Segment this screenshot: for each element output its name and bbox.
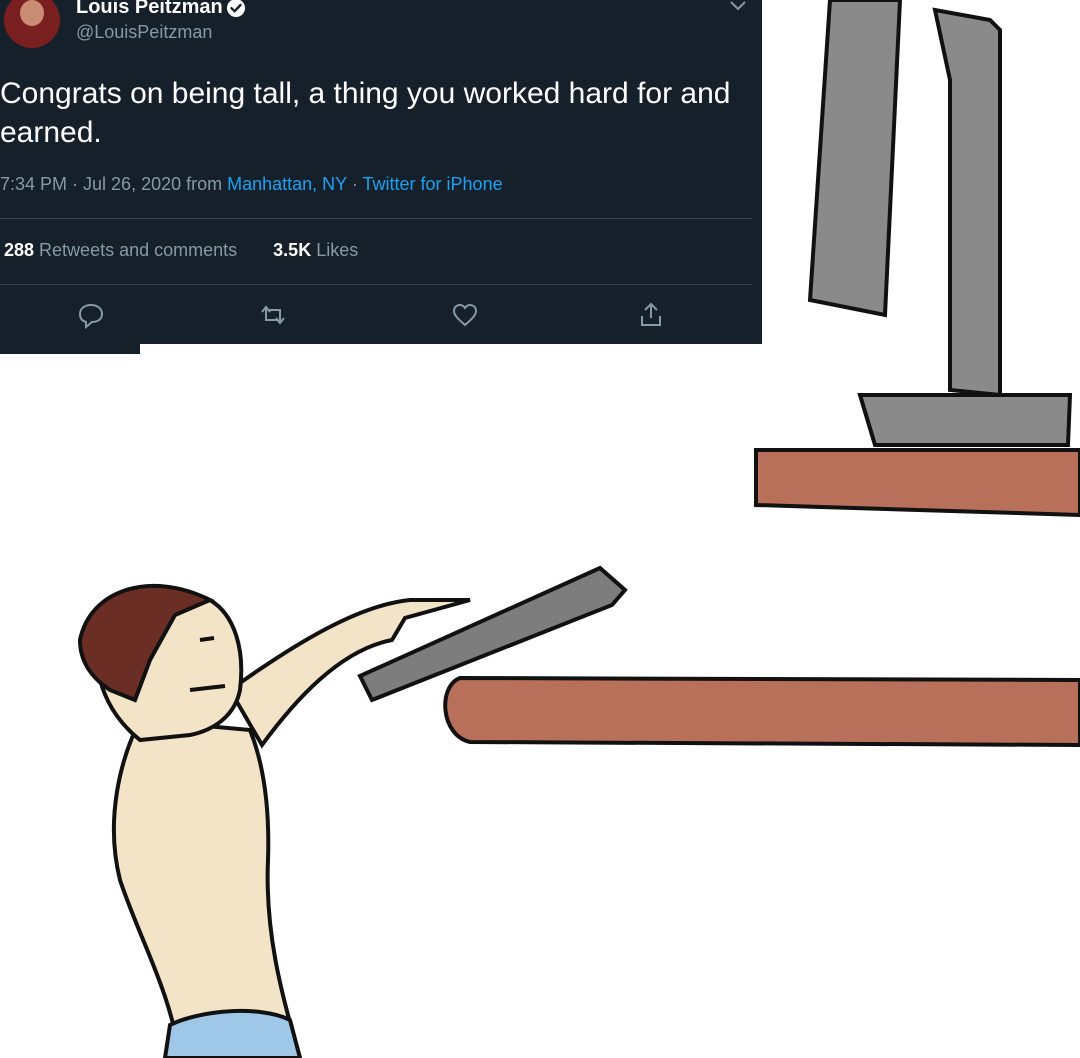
like-icon[interactable] [450, 300, 480, 330]
retweets-label: Retweets and comments [34, 240, 238, 260]
author-handle[interactable]: @LouisPeitzman [76, 22, 212, 43]
retweets-stat[interactable]: 288 Retweets and comments [4, 240, 237, 260]
tweet-text: Congrats on being tall, a thing you work… [0, 77, 731, 149]
avatar[interactable] [4, 0, 60, 48]
divider [0, 218, 752, 219]
lower-shelf [443, 675, 1080, 748]
meta-separator: · [346, 174, 363, 194]
tweet-location-link[interactable]: Manhattan, NY [227, 174, 347, 194]
reply-icon[interactable] [76, 300, 106, 330]
tweet-edge [0, 344, 140, 354]
likes-stat[interactable]: 3.5K Likes [273, 240, 358, 260]
likes-label: Likes [311, 240, 359, 260]
divider [0, 284, 752, 285]
retweet-icon[interactable] [258, 300, 288, 330]
likes-count: 3.5K [273, 240, 312, 260]
verified-badge-icon [227, 0, 245, 17]
tweet-timestamp[interactable]: 7:34 PM · Jul 26, 2020 from [0, 174, 227, 194]
tweet-source-link[interactable]: Twitter for iPhone [363, 174, 503, 194]
gray-legs [807, 0, 1073, 447]
chevron-down-icon[interactable] [728, 0, 748, 12]
tweet-metadata: 7:34 PM · Jul 26, 2020 from Manhattan, N… [0, 174, 503, 195]
share-icon[interactable] [636, 300, 666, 330]
tweet-stats: 288 Retweets and comments 3.5K Likes [4, 240, 358, 261]
retweets-count: 288 [4, 240, 35, 260]
author-name[interactable]: Louis Peitzman [76, 0, 223, 19]
top-shelf [754, 448, 1080, 518]
tweet-card: Louis Peitzman @LouisPeitzman Congrats o… [0, 0, 762, 344]
